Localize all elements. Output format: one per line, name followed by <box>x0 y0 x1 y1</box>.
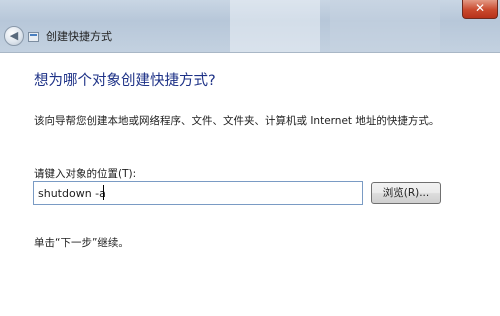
wizard-window-icon <box>28 32 39 42</box>
next-step-hint: 单击“下一步”继续。 <box>34 237 129 249</box>
titlebar-glass-shade <box>330 0 440 52</box>
close-button[interactable]: ✕ <box>462 0 498 19</box>
location-label: 请键入对象的位置(T): <box>34 168 137 180</box>
titlebar-glass-highlight <box>230 0 320 52</box>
page-heading: 想为哪个对象创建快捷方式? <box>34 73 216 89</box>
wizard-content: 想为哪个对象创建快捷方式? 该向导帮您创建本地或网络程序、文件、文件夹、计算机或… <box>0 53 500 316</box>
browse-button[interactable]: 浏览(R)... <box>371 182 441 204</box>
location-input[interactable] <box>33 181 363 205</box>
close-icon: ✕ <box>474 1 486 15</box>
window-titlebar: ✕ ◀ 创建快捷方式 <box>0 0 500 53</box>
text-caret <box>103 185 104 200</box>
wizard-title: 创建快捷方式 <box>46 30 112 43</box>
page-description: 该向导帮您创建本地或网络程序、文件、文件夹、计算机或 Internet 地址的快… <box>34 115 440 127</box>
back-arrow-icon: ◀ <box>9 29 19 42</box>
back-button[interactable]: ◀ <box>4 26 24 46</box>
